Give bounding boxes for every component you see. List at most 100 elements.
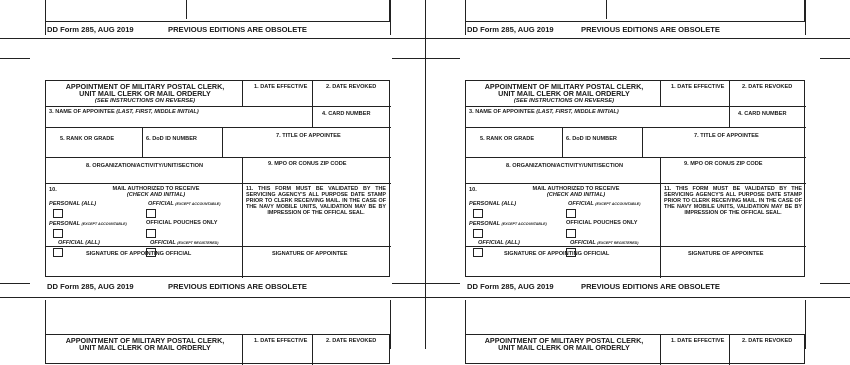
official-pouches-checkbox[interactable] [146, 229, 156, 238]
signature-appointee-label: SIGNATURE OF APPOINTEE [688, 251, 764, 257]
signature-official-label: SIGNATURE OF APPOINTING OFFICIAL [504, 251, 610, 257]
form-card-top-right [465, 0, 805, 22]
personal-all-checkbox[interactable] [473, 209, 483, 218]
organization-label: 8. ORGANIZATION/ACTIVITY/UNIT/SECTION [506, 163, 624, 169]
personal-except-label: PERSONAL (EXCEPT ACCOUNTABLE) [469, 221, 547, 227]
crop-mark [820, 283, 850, 284]
dod-id-field[interactable] [143, 143, 221, 156]
rank-label: 5. RANK OR GRADE [480, 136, 535, 142]
form-card-bottom-right: APPOINTMENT OF MILITARY POSTAL CLERK, UN… [465, 334, 805, 365]
official-all-label: OFFICIAL (ALL) [58, 240, 100, 246]
dod-id-label: 6. DoD ID NUMBER [146, 136, 197, 142]
signature-appointee-label: SIGNATURE OF APPOINTEE [272, 251, 348, 257]
date-revoked-label: 2. DATE REVOKED [326, 338, 377, 344]
card-number-label: 4. CARD NUMBER [322, 111, 371, 117]
signature-appointee-field[interactable] [661, 259, 804, 276]
form-number-footer: DD Form 285, AUG 2019 [47, 282, 134, 291]
signature-official-field[interactable] [467, 259, 659, 276]
check-initial-note: (CHECK AND INITIAL) [126, 192, 186, 198]
crop-mark [0, 58, 30, 59]
crop-line [425, 0, 426, 349]
card-number-label: 4. CARD NUMBER [738, 111, 787, 117]
crop-mark [392, 58, 460, 59]
name-field[interactable] [467, 116, 728, 126]
mpo-zip-label: 9. MPO OR CONUS ZIP CODE [268, 161, 347, 167]
official-except-registered-label: OFFICIAL (EXCEPT REGISTERED) [570, 240, 639, 246]
check-initial-note: (CHECK AND INITIAL) [546, 192, 606, 198]
personal-except-accountable-checkbox[interactable] [473, 229, 483, 238]
form-card-top-left [45, 0, 390, 22]
mpo-zip-label: 9. MPO OR CONUS ZIP CODE [684, 161, 763, 167]
form-number-footer: DD Form 285, AUG 2019 [467, 282, 554, 291]
dod-id-label: 6. DoD ID NUMBER [566, 136, 617, 142]
obsolete-notice: PREVIOUS EDITIONS ARE OBSOLETE [168, 25, 307, 34]
mpo-zip-field[interactable] [661, 170, 804, 182]
title-appointee-label: 7. TITLE OF APPOINTEE [694, 133, 759, 139]
item-10-number: 10. [469, 187, 477, 193]
form-number-footer: DD Form 285, AUG 2019 [467, 25, 554, 34]
form-title: APPOINTMENT OF MILITARY POSTAL CLERK, UN… [65, 336, 225, 353]
organization-label: 8. ORGANIZATION/ACTIVITY/UNIT/SECTION [86, 163, 204, 169]
instructions-note: (SEE INSTRUCTIONS ON REVERSE) [513, 98, 615, 104]
signature-appointee-field[interactable] [243, 259, 389, 276]
personal-all-label: PERSONAL (ALL) [469, 201, 517, 207]
date-revoked-field[interactable] [313, 90, 389, 105]
crop-mark [390, 300, 391, 349]
official-all-checkbox[interactable] [473, 248, 483, 257]
official-except-accountable-checkbox[interactable] [566, 209, 576, 218]
personal-except-label: PERSONAL (EXCEPT ACCOUNTABLE) [49, 221, 127, 227]
crop-mark [805, 0, 806, 35]
crop-mark [392, 283, 460, 284]
official-pouches-checkbox[interactable] [566, 229, 576, 238]
validation-note: 11. THIS FORM MUST BE VALIDATED BY THE S… [664, 186, 802, 216]
name-label: 3. NAME OF APPOINTEE (LAST, FIRST, MIDDL… [469, 109, 619, 115]
item-10-number: 10. [49, 187, 57, 193]
name-field[interactable] [47, 116, 311, 126]
official-label: OFFICIAL (EXCEPT ACCOUNTABLE) [568, 201, 641, 207]
personal-except-accountable-checkbox[interactable] [53, 229, 63, 238]
signature-official-label: SIGNATURE OF APPOINTING OFFICIAL [86, 251, 192, 257]
card-number-field[interactable] [730, 118, 804, 126]
personal-all-checkbox[interactable] [53, 209, 63, 218]
official-all-checkbox[interactable] [53, 248, 63, 257]
date-effective-field[interactable] [661, 90, 728, 105]
crop-mark [390, 0, 391, 35]
official-label: OFFICIAL (EXCEPT ACCOUNTABLE) [148, 201, 221, 207]
dod-id-field[interactable] [563, 143, 641, 156]
date-revoked-field[interactable] [730, 90, 804, 105]
official-pouches-label: OFFICIAL POUCHES ONLY [566, 220, 638, 226]
form-number-footer: DD Form 285, AUG 2019 [47, 25, 134, 34]
date-effective-label: 1. DATE EFFECTIVE [254, 338, 308, 344]
card-number-field[interactable] [313, 118, 389, 126]
official-pouches-label: OFFICIAL POUCHES ONLY [146, 220, 218, 226]
organization-field[interactable] [47, 170, 241, 182]
personal-all-label: PERSONAL (ALL) [49, 201, 97, 207]
obsolete-notice: PREVIOUS EDITIONS ARE OBSOLETE [581, 282, 720, 291]
obsolete-notice: PREVIOUS EDITIONS ARE OBSOLETE [168, 282, 307, 291]
date-effective-field[interactable] [243, 90, 311, 105]
signature-official-field[interactable] [47, 259, 241, 276]
title-appointee-field[interactable] [643, 141, 804, 156]
form-title: APPOINTMENT OF MILITARY POSTAL CLERK, UN… [484, 82, 644, 99]
official-all-label: OFFICIAL (ALL) [478, 240, 520, 246]
date-effective-label: 1. DATE EFFECTIVE [671, 338, 725, 344]
form-title: APPOINTMENT OF MILITARY POSTAL CLERK, UN… [484, 336, 644, 353]
form-card-bottom-left: APPOINTMENT OF MILITARY POSTAL CLERK, UN… [45, 334, 390, 365]
mpo-zip-field[interactable] [243, 170, 389, 182]
rank-field[interactable] [47, 143, 141, 156]
crop-mark [805, 300, 806, 349]
organization-field[interactable] [467, 170, 659, 182]
crop-mark [820, 58, 850, 59]
obsolete-notice: PREVIOUS EDITIONS ARE OBSOLETE [581, 25, 720, 34]
name-label: 3. NAME OF APPOINTEE (LAST, FIRST, MIDDL… [49, 109, 199, 115]
form-card-left: APPOINTMENT OF MILITARY POSTAL CLERK, UN… [45, 80, 391, 278]
date-revoked-label: 2. DATE REVOKED [742, 338, 793, 344]
rank-field[interactable] [467, 143, 561, 156]
rank-label: 5. RANK OR GRADE [60, 136, 115, 142]
official-except-accountable-checkbox[interactable] [146, 209, 156, 218]
title-appointee-field[interactable] [223, 141, 389, 156]
form-title: APPOINTMENT OF MILITARY POSTAL CLERK, UN… [65, 82, 225, 99]
crop-mark [0, 283, 30, 284]
title-appointee-label: 7. TITLE OF APPOINTEE [276, 133, 341, 139]
form-card-right: APPOINTMENT OF MILITARY POSTAL CLERK, UN… [465, 80, 806, 278]
